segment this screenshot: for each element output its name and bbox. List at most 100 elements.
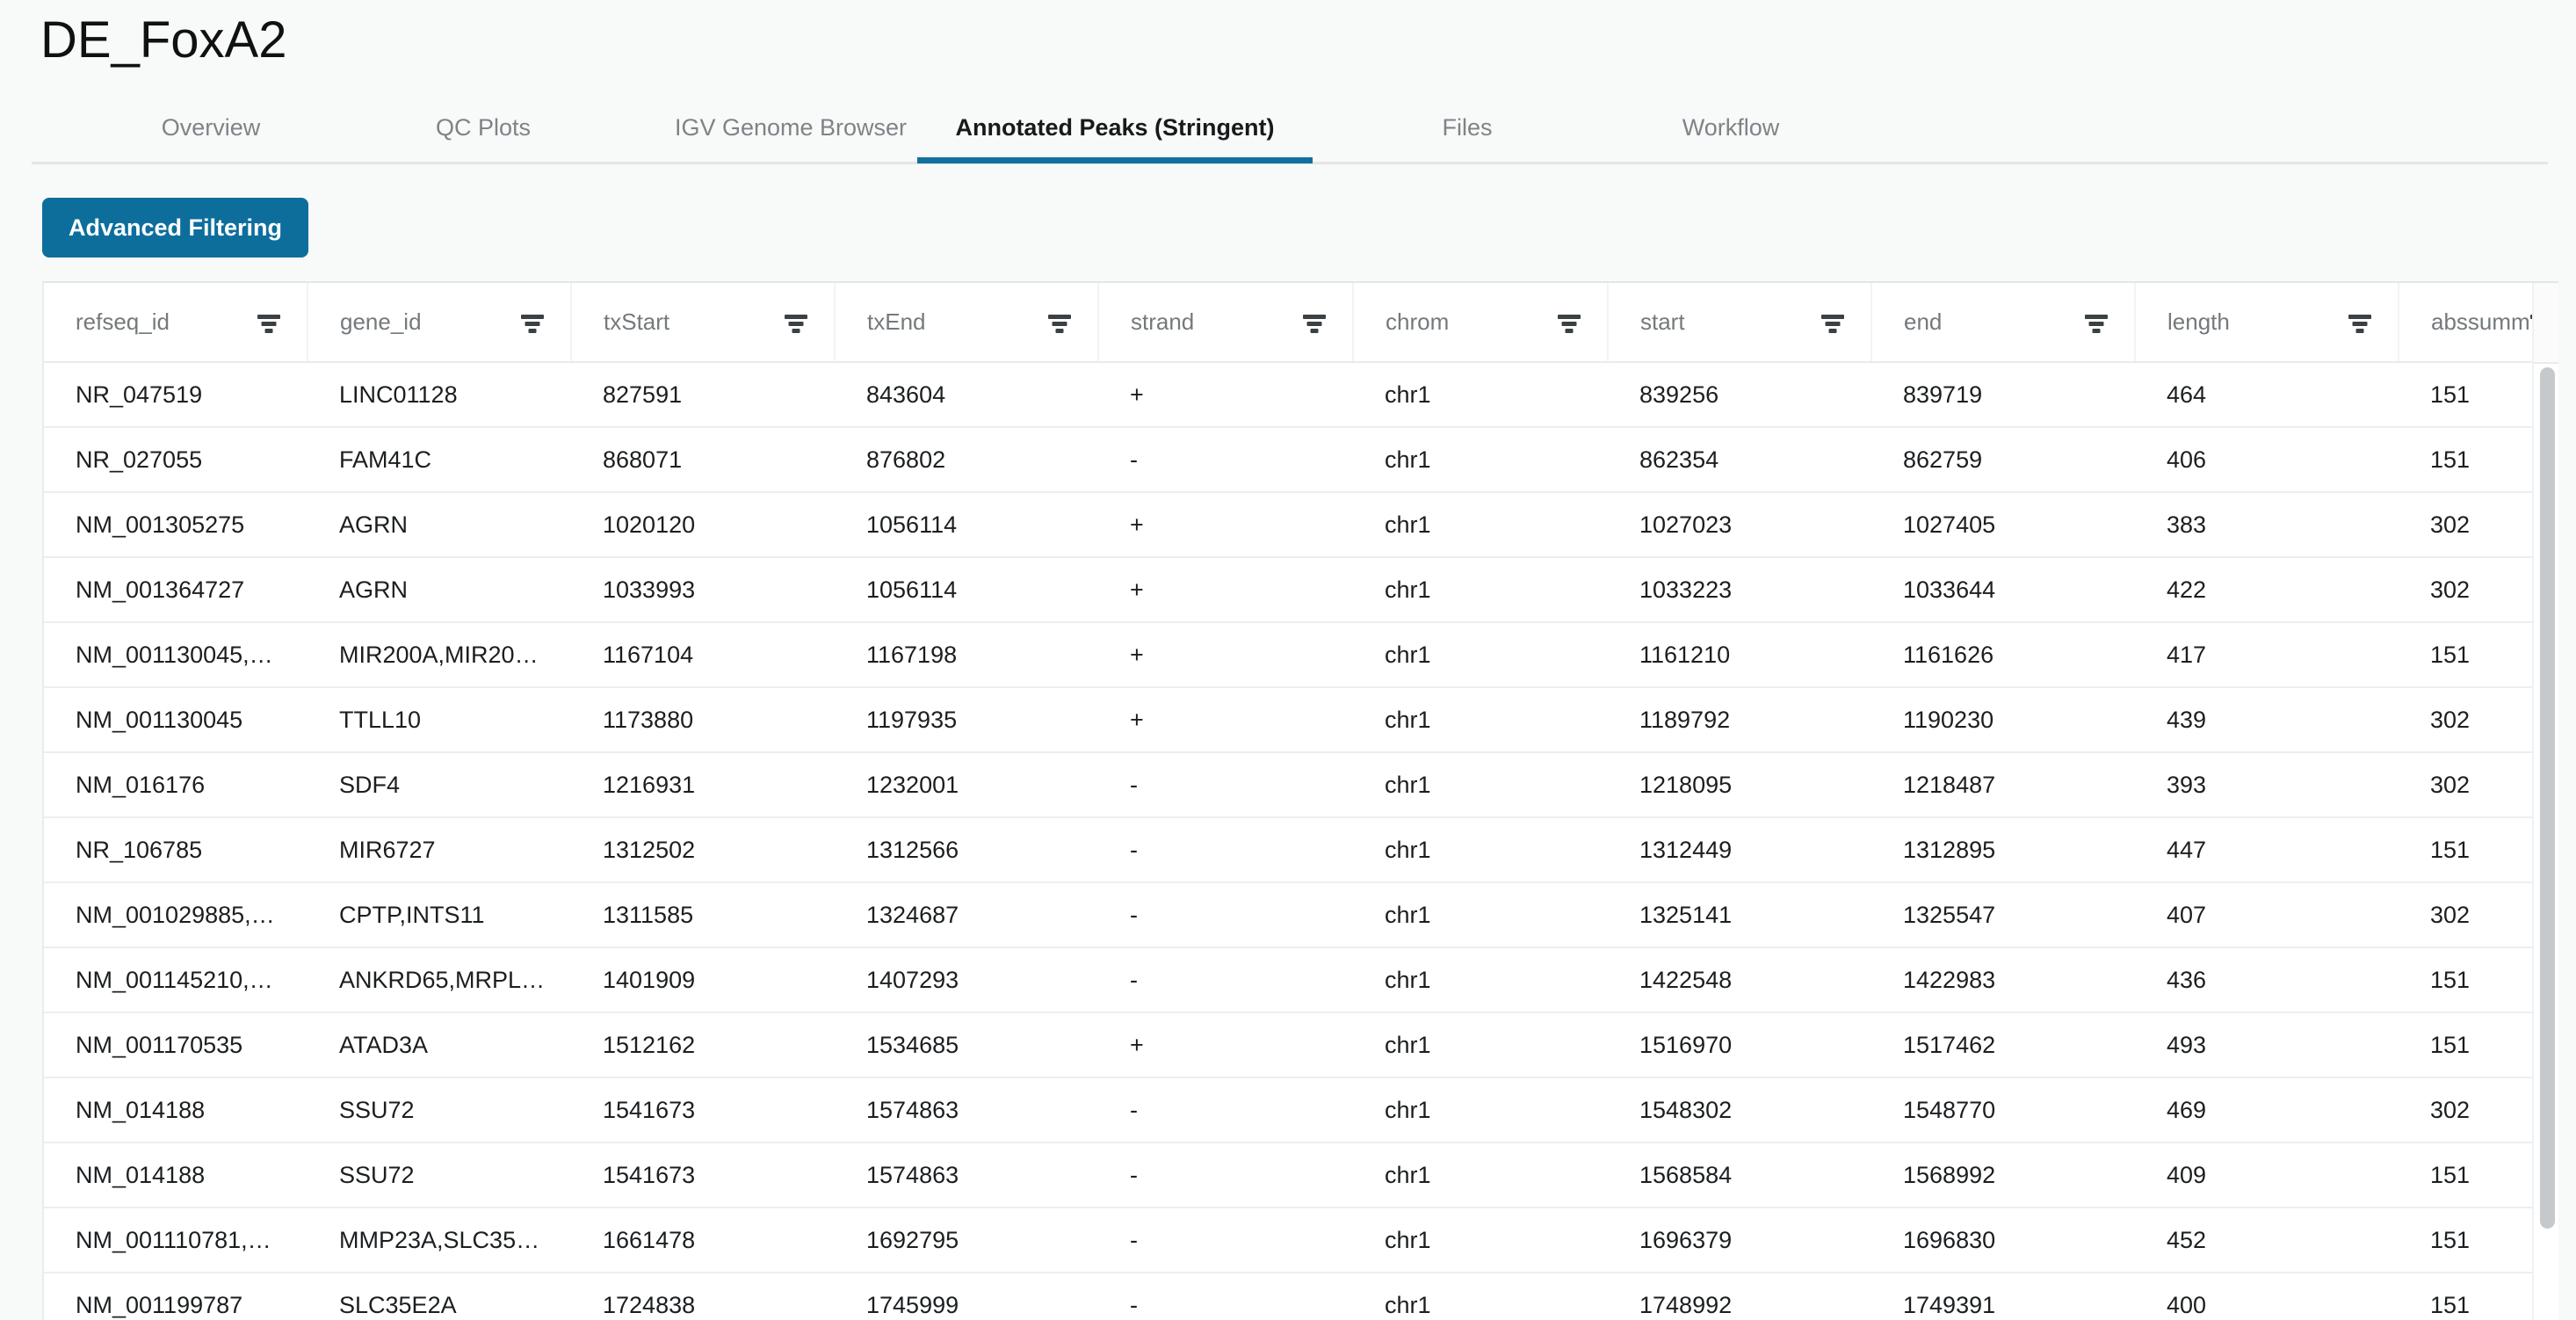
cell-length: 406	[2135, 427, 2399, 493]
cell-strand: +	[1098, 687, 1353, 753]
cell-gene_id: SSU72	[308, 1142, 571, 1208]
column-header-inner: end	[1904, 308, 2133, 336]
table-row[interactable]: NR_106785 MIR6727 1312502 1312566- chr1 13124…	[44, 817, 2558, 883]
tab-annotated-peaks-stringent[interactable]: Annotated Peaks (Stringent)	[917, 91, 1313, 163]
cell-length: 439	[2135, 687, 2399, 753]
cell-end: 1325547	[1871, 882, 2135, 948]
cell-txEnd: 1745999	[835, 1273, 1098, 1320]
table-row[interactable]: NM_001110781,… MMP23A,SLC35… 1661478 169279…	[44, 1208, 2558, 1273]
table-row[interactable]: NM_001130045,… MIR200A,MIR20… 1167104 11671…	[44, 622, 2558, 688]
table-row[interactable]: NM_001199787 SLC35E2A 1724838 1745999- chr1 1…	[44, 1273, 2558, 1320]
tab-active-indicator	[615, 157, 966, 163]
cell-end: 862759	[1871, 427, 2135, 493]
cell-length: 417	[2135, 622, 2399, 688]
cell-start: 1325141	[1608, 882, 1871, 948]
vertical-scrollbar[interactable]	[2532, 364, 2558, 1320]
cell-txEnd: 876802	[835, 427, 1098, 493]
cell-txEnd: 1574863	[835, 1077, 1098, 1143]
filter-icon[interactable]	[1303, 311, 1326, 334]
tab-files[interactable]: Files	[1388, 91, 1546, 163]
column-header-label: length	[2167, 308, 2230, 335]
cell-strand: -	[1098, 882, 1353, 948]
cell-txStart: 1173880	[571, 687, 835, 753]
cell-end: 1548770	[1871, 1077, 2135, 1143]
cell-start: 1568584	[1608, 1142, 1871, 1208]
filter-icon[interactable]	[257, 311, 280, 334]
table-row[interactable]: NR_047519 LINC01128 827591 843604 + chr1 83925…	[44, 362, 2558, 428]
column-header-strand[interactable]: strand	[1098, 283, 1354, 363]
cell-txEnd: 1197935	[835, 687, 1098, 753]
column-header-length[interactable]: length	[2135, 283, 2399, 363]
table-row[interactable]: NM_001305275 AGRN 1020120 1056114 + chr1 10270…	[44, 492, 2558, 558]
table-row[interactable]: NR_027055 FAM41C 868071 876802- chr1 862354 86…	[44, 427, 2558, 493]
column-header-label: strand	[1131, 308, 1195, 335]
table-row[interactable]: NM_014188 SSU72 1541673 1574863- chr1 1568584…	[44, 1142, 2558, 1208]
tab-active-indicator	[917, 157, 1313, 163]
cell-strand: +	[1098, 492, 1353, 558]
cell-length: 493	[2135, 1012, 2399, 1078]
annotated-peaks-table: refseq_id gene_id txStart txEnd strand chrom s…	[44, 283, 2558, 1320]
tab-active-indicator	[1625, 157, 1836, 163]
table-row[interactable]: NM_001130045 TTLL10 1173880 1197935 + chr1 118…	[44, 687, 2558, 753]
column-header-chrom[interactable]: chrom	[1353, 283, 1609, 363]
column-header-label: txStart	[604, 308, 670, 335]
tab-active-indicator	[387, 157, 580, 163]
column-header-start[interactable]: start	[1608, 283, 1872, 363]
cell-refseq_id: NM_001145210,…	[44, 947, 308, 1013]
cell-txEnd: 1407293	[835, 947, 1098, 1013]
cell-start: 1218095	[1608, 752, 1871, 818]
filter-icon[interactable]	[2085, 311, 2108, 334]
cell-refseq_id: NM_001029885,…	[44, 882, 308, 948]
cell-txStart: 1020120	[571, 492, 835, 558]
table-row[interactable]: NM_016176 SDF4 1216931 1232001- chr1 1218095 1…	[44, 752, 2558, 818]
filter-icon[interactable]	[1821, 311, 1844, 334]
column-header-txEnd[interactable]: txEnd	[835, 283, 1099, 363]
tab-qc-plots[interactable]: QC Plots	[387, 91, 580, 163]
cell-strand: -	[1098, 817, 1353, 883]
advanced-filtering-button[interactable]: Advanced Filtering	[42, 198, 309, 257]
filter-icon[interactable]	[785, 311, 807, 334]
column-header-inner: chrom	[1386, 308, 1606, 336]
table-row[interactable]: NM_001145210,… ANKRD65,MRPL… 1401909 140729…	[44, 947, 2558, 1013]
filter-icon[interactable]	[521, 311, 544, 334]
vertical-scrollbar-thumb[interactable]	[2540, 367, 2555, 1229]
cell-txEnd: 1692795	[835, 1208, 1098, 1273]
app-page: DE_FoxA2 Overview QC Plots IGV Genome Brow…	[0, 0, 2576, 1320]
cell-txEnd: 1232001	[835, 752, 1098, 818]
column-header-label: start	[1640, 308, 1685, 335]
cell-txStart: 1661478	[571, 1208, 835, 1273]
cell-refseq_id: NM_001199787	[44, 1273, 308, 1320]
filter-icon[interactable]	[1048, 311, 1071, 334]
tab-overview[interactable]: Overview	[105, 91, 316, 163]
column-header-gene_id[interactable]: gene_id	[308, 283, 572, 363]
cell-chrom: chr1	[1353, 1142, 1608, 1208]
cell-strand: +	[1098, 1012, 1353, 1078]
column-header-txStart[interactable]: txStart	[571, 283, 836, 363]
filter-icon[interactable]	[2348, 311, 2371, 334]
column-header-inner: txStart	[604, 308, 833, 336]
cell-end: 1033644	[1871, 557, 2135, 623]
cell-chrom: chr1	[1353, 817, 1608, 883]
table-row[interactable]: NM_001364727 AGRN 1033993 1056114 + chr1 10332…	[44, 557, 2558, 623]
cell-length: 447	[2135, 817, 2399, 883]
tab-workflow[interactable]: Workflow	[1625, 91, 1836, 163]
cell-gene_id: MMP23A,SLC35…	[308, 1208, 571, 1273]
column-header-refseq_id[interactable]: refseq_id	[44, 283, 308, 363]
filter-icon[interactable]	[1558, 311, 1581, 334]
cell-chrom: chr1	[1353, 622, 1608, 688]
cell-txStart: 868071	[571, 427, 835, 493]
cell-txStart: 1541673	[571, 1142, 835, 1208]
cell-gene_id: FAM41C	[308, 427, 571, 493]
column-header-end[interactable]: end	[1871, 283, 2136, 363]
table-row[interactable]: NM_001170535 ATAD3A 1512162 1534685 + chr1 151…	[44, 1012, 2558, 1078]
tab-label: IGV Genome Browser	[674, 113, 908, 141]
tab-igv-genome-browser[interactable]: IGV Genome Browser	[615, 91, 966, 163]
column-header-inner: gene_id	[340, 308, 569, 336]
cell-end: 1517462	[1871, 1012, 2135, 1078]
cell-length: 469	[2135, 1077, 2399, 1143]
column-header-inner: start	[1640, 308, 1870, 336]
table-row[interactable]: NM_014188 SSU72 1541673 1574863- chr1 1548302…	[44, 1077, 2558, 1143]
column-header-inner: strand	[1131, 308, 1351, 336]
table-row[interactable]: NM_001029885,… CPTP,INTS11 1311585 1324687-…	[44, 882, 2558, 948]
tab-label: Overview	[161, 113, 261, 141]
